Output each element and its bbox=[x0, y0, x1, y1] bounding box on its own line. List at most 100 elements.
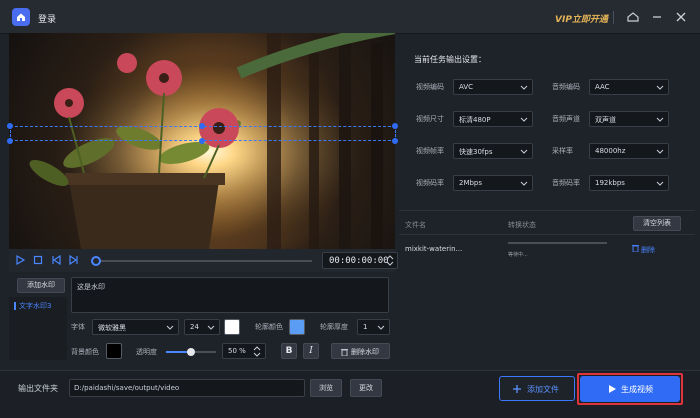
setting-select[interactable]: AVC bbox=[453, 79, 533, 95]
opacity-value: 50 % bbox=[228, 347, 246, 355]
chevron-down-icon bbox=[656, 117, 664, 122]
clear-list-button[interactable]: 清空列表 bbox=[633, 216, 681, 231]
trash-icon[interactable] bbox=[632, 244, 639, 252]
outline-width-label: 轮廓厚度 bbox=[320, 323, 348, 331]
opacity-slider[interactable] bbox=[166, 348, 216, 356]
chevron-down-icon bbox=[656, 181, 664, 186]
skin-icon[interactable] bbox=[626, 10, 640, 24]
chevron-down-icon bbox=[520, 181, 528, 186]
output-path-field[interactable]: D:/paidashi/save/output/video bbox=[69, 379, 305, 397]
browse-button[interactable]: 浏览 bbox=[310, 379, 342, 397]
generate-video-label: 生成视频 bbox=[621, 385, 653, 394]
watermark-text-input[interactable]: 这是水印 bbox=[71, 277, 389, 313]
setting-select[interactable]: 2Mbps bbox=[453, 175, 533, 191]
title-bar: 登录 VIP立即开通 bbox=[0, 0, 700, 34]
spinner-arrows-icon[interactable] bbox=[386, 255, 394, 266]
output-path-value: D:/paidashi/save/output/video bbox=[74, 384, 180, 392]
minimize-icon[interactable] bbox=[650, 10, 664, 24]
seek-knob[interactable] bbox=[91, 256, 101, 266]
resize-handle[interactable] bbox=[392, 123, 398, 129]
delete-watermark-label: 删除水印 bbox=[351, 348, 379, 356]
setting-select[interactable]: 192kbps bbox=[589, 175, 669, 191]
chevron-down-icon bbox=[656, 85, 664, 90]
resize-handle[interactable] bbox=[7, 138, 13, 144]
status-column-header: 转换状态 bbox=[508, 221, 536, 229]
watermark-text-value: 这是水印 bbox=[77, 283, 105, 291]
font-value: 微软雅黑 bbox=[98, 324, 126, 332]
background-color-label: 背景颜色 bbox=[71, 348, 99, 356]
title-separator bbox=[613, 11, 614, 24]
opacity-label: 透明度 bbox=[136, 348, 157, 356]
opacity-slider-knob[interactable] bbox=[187, 348, 195, 356]
generate-video-button[interactable]: 生成视频 bbox=[580, 376, 680, 402]
resize-handle[interactable] bbox=[199, 123, 205, 129]
close-icon[interactable] bbox=[674, 10, 688, 24]
text-color-swatch[interactable] bbox=[224, 319, 240, 335]
setting-select[interactable]: 双声道 bbox=[589, 111, 669, 127]
chevron-down-icon bbox=[207, 325, 215, 330]
setting-label: 视频帧率 bbox=[416, 147, 444, 155]
add-file-button[interactable]: 添加文件 bbox=[499, 376, 575, 401]
timecode-field[interactable]: 00:00:00:00 bbox=[322, 252, 398, 269]
setting-label: 音频编码 bbox=[552, 83, 580, 91]
conversion-progress-bar bbox=[508, 242, 607, 244]
font-label: 字体 bbox=[71, 323, 85, 331]
seek-bar[interactable] bbox=[96, 260, 312, 262]
timecode-value: 00:00:00:00 bbox=[329, 256, 389, 266]
setting-label: 视频尺寸 bbox=[416, 115, 444, 123]
setting-label: 视频码率 bbox=[416, 179, 444, 187]
setting-select[interactable]: 快速30fps bbox=[453, 143, 533, 159]
change-button[interactable]: 更改 bbox=[350, 379, 382, 397]
spinner-arrows-icon[interactable] bbox=[253, 346, 261, 357]
setting-value: 192kbps bbox=[595, 179, 625, 187]
setting-value: AVC bbox=[459, 83, 474, 91]
outline-color-swatch[interactable] bbox=[289, 319, 305, 335]
outline-width-value: 1 bbox=[363, 323, 368, 331]
settings-title: 当前任务输出设置： bbox=[414, 55, 486, 64]
resize-handle[interactable] bbox=[199, 138, 205, 144]
background-color-swatch[interactable] bbox=[106, 343, 122, 359]
resize-handle[interactable] bbox=[392, 138, 398, 144]
watermark-list-item[interactable]: 文字水印3 bbox=[13, 301, 51, 311]
app-logo bbox=[12, 8, 30, 26]
setting-value: 双声道 bbox=[595, 116, 616, 124]
output-folder-label: 输出文件夹 bbox=[18, 384, 58, 393]
player-controls: 00:00:00:00 bbox=[9, 249, 398, 272]
file-name: mixkit-waterin... bbox=[405, 245, 463, 253]
setting-select[interactable]: AAC bbox=[589, 79, 669, 95]
home-logo-icon bbox=[17, 13, 25, 21]
panel-divider bbox=[399, 210, 695, 211]
font-size-value: 24 bbox=[190, 323, 199, 331]
resize-handle[interactable] bbox=[7, 123, 13, 129]
setting-select[interactable]: 48000hz bbox=[589, 143, 669, 159]
delete-watermark-button[interactable]: 删除水印 bbox=[331, 343, 390, 359]
bold-button[interactable]: B bbox=[281, 343, 297, 359]
stop-icon[interactable] bbox=[33, 255, 43, 265]
play-icon bbox=[609, 385, 616, 393]
setting-label: 视频编码 bbox=[416, 83, 444, 91]
setting-value: 标清480P bbox=[459, 116, 491, 124]
setting-label: 音频码率 bbox=[552, 179, 580, 187]
vip-upgrade-link[interactable]: VIP立即开通 bbox=[555, 12, 608, 25]
add-watermark-button[interactable]: 添加水印 bbox=[17, 278, 65, 293]
italic-button[interactable]: I bbox=[303, 343, 319, 359]
login-link[interactable]: 登录 bbox=[38, 12, 56, 25]
trash-icon bbox=[341, 349, 348, 356]
next-frame-icon[interactable] bbox=[69, 255, 79, 265]
play-icon[interactable] bbox=[15, 255, 25, 265]
add-file-label: 添加文件 bbox=[527, 385, 559, 394]
previous-frame-icon[interactable] bbox=[51, 255, 61, 265]
chevron-down-icon bbox=[520, 85, 528, 90]
setting-label: 采样率 bbox=[552, 147, 573, 155]
chevron-down-icon bbox=[520, 117, 528, 122]
font-select[interactable]: 微软雅黑 bbox=[92, 319, 179, 335]
setting-value: 2Mbps bbox=[459, 179, 483, 187]
setting-value: AAC bbox=[595, 83, 610, 91]
delete-file-link[interactable]: 删除 bbox=[641, 245, 655, 255]
outline-width-select[interactable]: 1 bbox=[357, 319, 390, 335]
opacity-spinbox[interactable]: 50 % bbox=[222, 343, 266, 359]
chevron-down-icon bbox=[656, 149, 664, 154]
conversion-status: 等待中... bbox=[508, 252, 528, 258]
setting-select[interactable]: 标清480P bbox=[453, 111, 533, 127]
font-size-select[interactable]: 24 bbox=[184, 319, 220, 335]
